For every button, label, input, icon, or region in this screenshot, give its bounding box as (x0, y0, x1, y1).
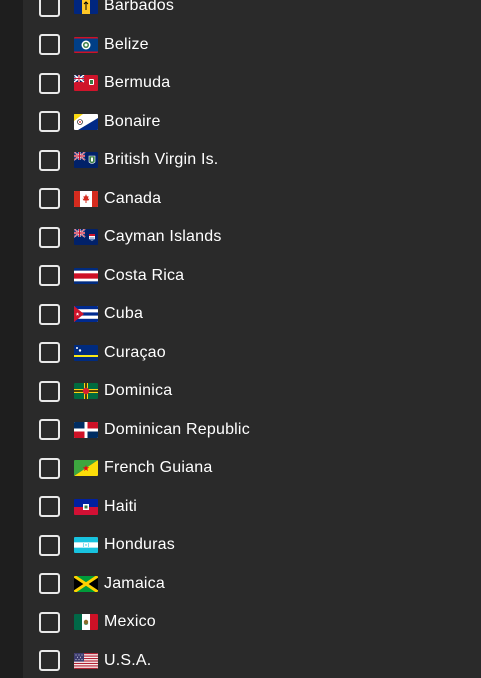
list-item-belize[interactable]: Belize (23, 26, 481, 65)
country-label: Barbados (104, 0, 175, 15)
checkbox[interactable] (39, 34, 60, 56)
country-label: Curaçao (104, 343, 166, 361)
country-label: Costa Rica (104, 266, 185, 284)
canada-flag-icon (74, 190, 98, 207)
country-label: Canada (104, 189, 162, 207)
checkbox[interactable] (39, 0, 60, 17)
list-item-jamaica[interactable]: Jamaica (23, 565, 481, 604)
checkbox[interactable] (39, 380, 60, 402)
country-label: Bonaire (104, 112, 161, 130)
checkbox[interactable] (39, 226, 60, 248)
bermuda-flag-icon (74, 75, 98, 92)
cuba-flag-icon (74, 306, 98, 323)
checkbox[interactable] (39, 111, 60, 133)
costa-rica-flag-icon (74, 267, 98, 284)
barbados-flag-icon (74, 0, 98, 15)
list-item-barbados[interactable]: Barbados (23, 0, 481, 26)
list-item-bonaire[interactable]: Bonaire (23, 103, 481, 142)
checkbox[interactable] (39, 265, 60, 287)
country-label: Mexico (104, 613, 156, 631)
country-label: Bermuda (104, 74, 171, 92)
checkbox[interactable] (39, 611, 60, 633)
country-checkbox-list: Barbados Belize Bermuda Bonaire British … (23, 0, 481, 678)
country-label: Honduras (104, 536, 175, 554)
curacao-flag-icon (74, 344, 98, 361)
dominican-republic-flag-icon (74, 421, 98, 438)
list-item-costa-rica[interactable]: Costa Rica (23, 257, 481, 296)
bonaire-flag-icon (74, 113, 98, 130)
list-item-dominica[interactable]: Dominica (23, 372, 481, 411)
list-item-british-virgin-islands[interactable]: British Virgin Is. (23, 141, 481, 180)
checkbox[interactable] (39, 188, 60, 210)
country-label: Jamaica (104, 574, 165, 592)
list-item-french-guiana[interactable]: French Guiana (23, 449, 481, 488)
jamaica-flag-icon (74, 575, 98, 592)
french-guiana-flag-icon (74, 460, 98, 477)
checkbox[interactable] (39, 650, 60, 672)
country-label: Belize (104, 35, 149, 53)
checkbox[interactable] (39, 573, 60, 595)
checkbox[interactable] (39, 496, 60, 518)
list-item-honduras[interactable]: Honduras (23, 526, 481, 565)
checkbox[interactable] (39, 457, 60, 479)
checkbox[interactable] (39, 72, 60, 94)
country-label: French Guiana (104, 459, 213, 477)
country-label: British Virgin Is. (104, 151, 219, 169)
checkbox[interactable] (39, 303, 60, 325)
british-virgin-islands-flag-icon (74, 152, 98, 169)
belize-flag-icon (74, 36, 98, 53)
country-label: Cuba (104, 305, 144, 323)
checkbox[interactable] (39, 342, 60, 364)
checkbox[interactable] (39, 534, 60, 556)
list-item-bermuda[interactable]: Bermuda (23, 64, 481, 103)
haiti-flag-icon (74, 498, 98, 515)
mexico-flag-icon (74, 614, 98, 631)
list-item-dominican-republic[interactable]: Dominican Republic (23, 411, 481, 450)
list-item-cuba[interactable]: Cuba (23, 295, 481, 334)
list-item-haiti[interactable]: Haiti (23, 488, 481, 527)
checkbox[interactable] (39, 419, 60, 441)
cayman-islands-flag-icon (74, 229, 98, 246)
country-label: Dominican Republic (104, 420, 250, 438)
honduras-flag-icon (74, 537, 98, 554)
country-label: Dominica (104, 382, 173, 400)
country-filter-panel: Barbados Belize Bermuda Bonaire British … (23, 0, 481, 678)
country-label: U.S.A. (104, 651, 152, 669)
list-item-mexico[interactable]: Mexico (23, 603, 481, 642)
country-label: Cayman Islands (104, 228, 222, 246)
usa-flag-icon (74, 652, 98, 669)
list-item-cayman-islands[interactable]: Cayman Islands (23, 218, 481, 257)
country-label: Haiti (104, 497, 138, 515)
dominica-flag-icon (74, 383, 98, 400)
list-item-canada[interactable]: Canada (23, 180, 481, 219)
checkbox[interactable] (39, 149, 60, 171)
list-item-curacao[interactable]: Curaçao (23, 334, 481, 373)
list-item-usa[interactable]: U.S.A. (23, 642, 481, 678)
